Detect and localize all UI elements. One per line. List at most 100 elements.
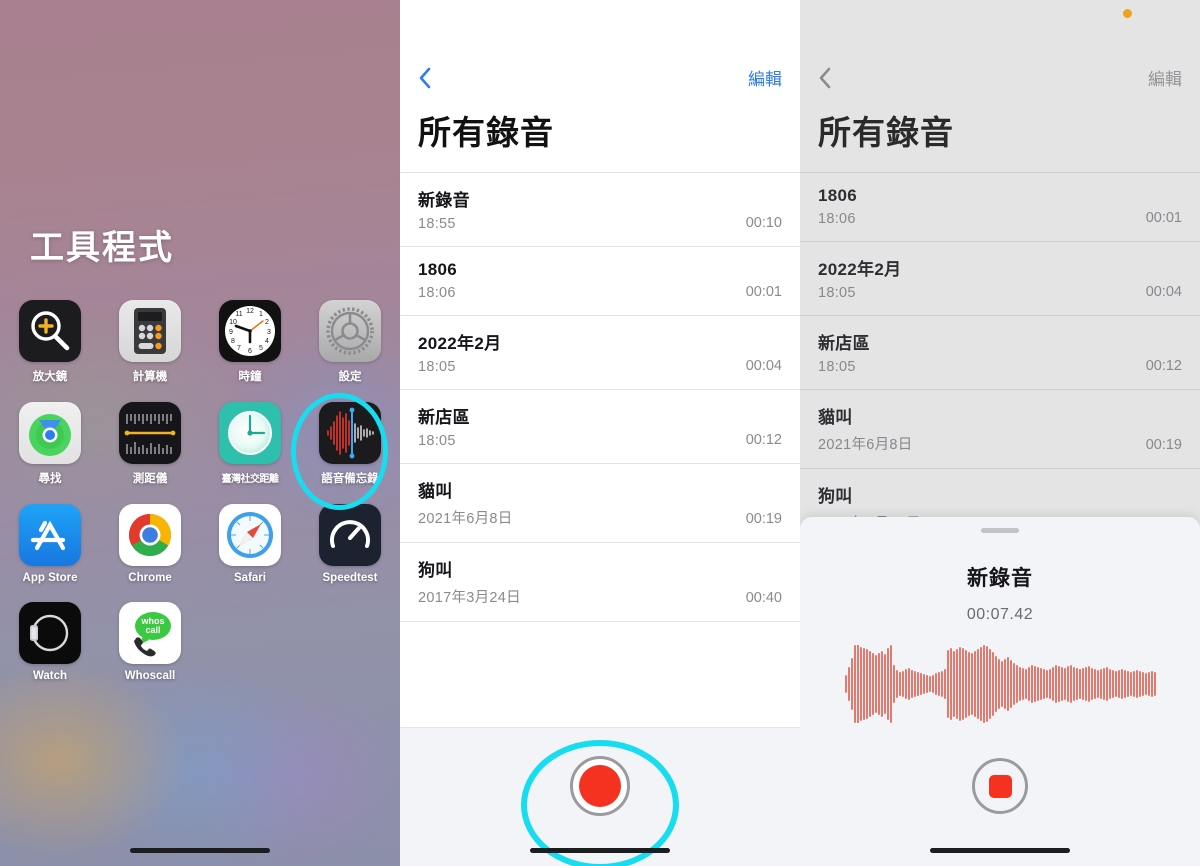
- stop-recording-button[interactable]: [972, 758, 1028, 814]
- chrome-icon: [119, 504, 181, 566]
- sheet-grabber-handle[interactable]: [981, 528, 1019, 533]
- recordings-list: 新錄音 18:55 00:10 1806 18:06 00:01 2022年2月…: [400, 172, 800, 622]
- waveform-bar: [994, 656, 997, 712]
- waveform-bar: [979, 647, 982, 721]
- table-row[interactable]: 2022年2月 18:05 00:04: [800, 242, 1200, 316]
- waveform-bar: [976, 649, 979, 719]
- recording-date: 18:55: [418, 216, 456, 232]
- waveform-bar: [1030, 665, 1033, 703]
- app-voice-memos[interactable]: 語音備忘錄: [300, 402, 400, 486]
- back-chevron-icon[interactable]: [818, 66, 832, 90]
- app-chrome[interactable]: Chrome: [100, 504, 200, 584]
- app-speedtest[interactable]: Speedtest: [300, 504, 400, 584]
- waveform-bar: [1090, 668, 1093, 700]
- voice-memos-icon: [319, 402, 381, 464]
- recording-name: 狗叫: [418, 561, 453, 580]
- app-label: 臺灣社交距離: [221, 474, 280, 485]
- waveform-bar: [850, 658, 853, 710]
- svg-text:3: 3: [267, 329, 271, 336]
- row-text: 狗叫 2017年3月24日: [418, 556, 521, 607]
- edit-button[interactable]: 編輯: [748, 65, 782, 90]
- waveform-bar: [895, 670, 898, 698]
- table-row[interactable]: 1806 18:06 00:01: [400, 247, 800, 316]
- app-measure[interactable]: 測距儀: [100, 402, 200, 486]
- table-row[interactable]: 新店區 18:05 00:12: [800, 316, 1200, 390]
- waveform-bar: [991, 652, 994, 716]
- recording-sheet: 新錄音 00:07.42: [800, 517, 1200, 866]
- waveform-bar: [1102, 668, 1105, 700]
- recording-name: 新店區: [818, 334, 870, 353]
- table-row[interactable]: 新店區 18:05 00:12: [400, 390, 800, 464]
- recording-date: 18:05: [418, 359, 456, 375]
- ios-home-folder-panel: 工具程式 放大鏡 計算機 12 1 2 3 4 5 6 7 8 9 10 11 …: [0, 0, 400, 866]
- speedtest-gauge-icon: [319, 504, 381, 566]
- svg-text:5: 5: [259, 345, 263, 352]
- recording-date: 18:05: [818, 359, 856, 375]
- page-title: 所有錄音: [818, 114, 954, 151]
- app-label: 測距儀: [132, 473, 168, 485]
- recording-indicator-dot-icon: [1123, 9, 1132, 18]
- record-button[interactable]: [570, 756, 630, 816]
- waveform-bar: [883, 654, 886, 714]
- waveform-bar: [859, 647, 862, 721]
- app-whoscall[interactable]: whos call Whoscall: [100, 602, 200, 682]
- waveform-bar: [1132, 671, 1135, 697]
- waveform-bar: [865, 649, 868, 719]
- waveform-bar: [997, 659, 1000, 709]
- waveform-bar: [958, 647, 961, 721]
- recording-date: 18:06: [818, 211, 856, 227]
- waveform-bar: [1123, 670, 1126, 698]
- waveform-bar: [853, 645, 856, 723]
- waveform-bar: [1075, 668, 1078, 700]
- edit-button[interactable]: 編輯: [1148, 65, 1182, 90]
- waveform-bar: [1024, 669, 1027, 699]
- table-row[interactable]: 1806 18:06 00:01: [800, 173, 1200, 242]
- home-indicator: [130, 848, 270, 853]
- recording-name: 2022年2月: [818, 260, 902, 279]
- table-row[interactable]: 狗叫 2017年3月24日 00:40: [400, 543, 800, 622]
- waveform-bar: [1054, 665, 1057, 703]
- waveform-bar: [937, 672, 940, 696]
- app-app-store[interactable]: App Store: [0, 504, 100, 584]
- app-calculator[interactable]: 計算機: [100, 300, 200, 384]
- app-watch[interactable]: Watch: [0, 602, 100, 682]
- waveform-bar: [1135, 670, 1138, 698]
- row-text: 2022年2月 18:05: [818, 255, 901, 301]
- waveform-bar: [901, 671, 904, 697]
- waveform-bar: [943, 669, 946, 699]
- recording-date: 2021年6月8日: [818, 437, 913, 453]
- app-grid: 放大鏡 計算機 12 1 2 3 4 5 6 7 8 9 10 11 時鐘 設定…: [0, 300, 400, 682]
- app-social-distance[interactable]: 臺灣社交距離: [200, 402, 300, 486]
- back-chevron-icon[interactable]: [418, 66, 432, 90]
- waveform-bar: [1105, 667, 1108, 701]
- app-settings[interactable]: 設定: [300, 300, 400, 384]
- app-label: 尋找: [38, 473, 62, 485]
- waveform-bar: [1066, 666, 1069, 702]
- waveform-bar: [904, 669, 907, 699]
- recording-duration: 00:19: [745, 511, 782, 527]
- app-magnifier[interactable]: 放大鏡: [0, 300, 100, 384]
- waveform-bar: [946, 650, 949, 718]
- waveform-visualizer: [800, 645, 1200, 723]
- waveform-bar: [1153, 672, 1156, 696]
- waveform-bar: [1018, 667, 1021, 701]
- table-row[interactable]: 貓叫 2021年6月8日 00:19: [800, 390, 1200, 469]
- recording-duration: 00:40: [745, 590, 782, 606]
- waveform-bar: [862, 648, 865, 720]
- recording-date: 2017年3月24日: [418, 590, 521, 606]
- app-find-my[interactable]: 尋找: [0, 402, 100, 486]
- waveform-bar: [1099, 669, 1102, 699]
- waveform-bar: [913, 671, 916, 697]
- waveform-bar: [871, 653, 874, 715]
- row-text: 1806 18:06: [818, 186, 857, 227]
- waveform-bar: [847, 667, 850, 701]
- waveform-bar: [1039, 668, 1042, 700]
- whoscall-icon: whos call: [119, 602, 181, 664]
- app-clock[interactable]: 12 1 2 345 678 9 10 11 時鐘: [200, 300, 300, 384]
- svg-text:12: 12: [246, 308, 254, 315]
- app-safari[interactable]: Safari: [200, 504, 300, 584]
- table-row[interactable]: 新錄音 18:55 00:10: [400, 173, 800, 247]
- table-row[interactable]: 2022年2月 18:05 00:04: [400, 316, 800, 390]
- recording-duration: 00:01: [1145, 210, 1182, 226]
- table-row[interactable]: 貓叫 2021年6月8日 00:19: [400, 464, 800, 543]
